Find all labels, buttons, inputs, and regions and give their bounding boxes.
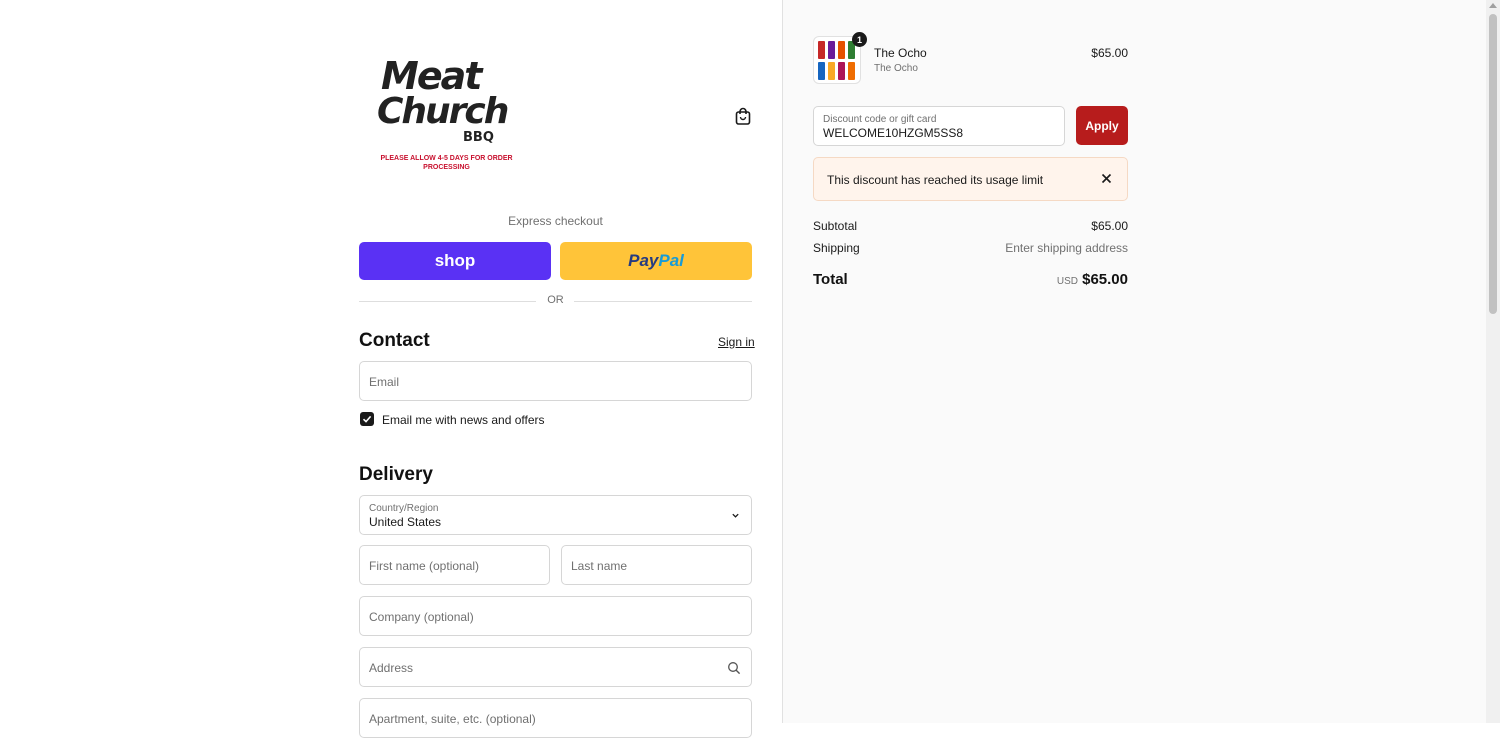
alert-message: This discount has reached its usage limi… (827, 173, 1044, 187)
shop-pay-button[interactable]: shop (359, 242, 551, 280)
total-amount: $65.00 (1082, 271, 1128, 288)
search-icon[interactable] (727, 661, 741, 675)
discount-error-alert: This discount has reached its usage limi… (813, 157, 1128, 201)
newsletter-checkbox[interactable] (360, 412, 374, 426)
page-scrollbar[interactable] (1486, 0, 1500, 723)
paypal-label-pay: Pay (628, 251, 659, 270)
contact-heading: Contact (359, 330, 430, 351)
sign-in-link[interactable]: Sign in (718, 335, 755, 349)
paypal-label-pal: Pal (658, 251, 684, 270)
shipping-label: Shipping (813, 241, 860, 255)
last-name-placeholder: Last name (571, 559, 628, 573)
discount-value: WELCOME10HZGM5SS8 (823, 126, 964, 140)
product-variant: The Ocho (874, 63, 918, 74)
country-value: United States (369, 515, 442, 529)
apply-discount-button[interactable]: Apply (1076, 106, 1128, 145)
total-currency: USD (1056, 276, 1078, 287)
logo-text-meat: Meat (381, 54, 482, 98)
first-name-field[interactable]: First name (optional) (359, 545, 550, 585)
shopping-bag-icon[interactable] (733, 106, 753, 126)
paypal-button[interactable]: Pay Pal (560, 242, 752, 280)
quantity-badge: 1 (852, 32, 867, 47)
subtotal-label: Subtotal (813, 219, 858, 233)
email-field[interactable]: Email (359, 361, 752, 401)
newsletter-label: Email me with news and offers (382, 413, 545, 427)
discount-code-field[interactable]: Discount code or gift card WELCOME10HZGM… (813, 106, 1065, 146)
store-logo[interactable]: Meat Church BBQ PLEASE ALLOW 4-5 DAYS FO… (359, 32, 529, 178)
logo-text-bbq: BBQ (463, 130, 494, 145)
scrollbar-thumb[interactable] (1489, 14, 1497, 314)
total-label: Total (813, 271, 848, 288)
close-icon[interactable] (1101, 173, 1112, 184)
company-placeholder: Company (optional) (369, 610, 474, 624)
subtotal-value: $65.00 (1091, 219, 1128, 233)
product-name: The Ocho (874, 46, 927, 60)
apartment-field[interactable]: Apartment, suite, etc. (optional) (359, 698, 752, 738)
email-placeholder: Email (369, 375, 400, 389)
delivery-heading: Delivery (359, 464, 433, 485)
logo-text-church: Church (377, 91, 509, 132)
shipping-value: Enter shipping address (1005, 241, 1128, 255)
product-price: $65.00 (1091, 46, 1128, 60)
scroll-up-arrow-icon[interactable] (1489, 3, 1497, 8)
divider-line-right (574, 301, 752, 302)
country-select[interactable]: Country/Region United States (359, 495, 752, 535)
checkout-main: Meat Church BBQ PLEASE ALLOW 4-5 DAYS FO… (0, 0, 782, 738)
address-placeholder: Address (369, 661, 414, 675)
checkmark-icon (362, 415, 372, 423)
first-name-placeholder: First name (optional) (369, 559, 480, 573)
shop-pay-label: shop (434, 251, 476, 270)
country-label: Country/Region (369, 503, 439, 514)
apply-label: Apply (1085, 118, 1119, 133)
or-divider: OR (359, 294, 752, 308)
chevron-down-icon (732, 513, 739, 518)
address-field[interactable]: Address (359, 647, 752, 687)
or-label: OR (547, 294, 564, 306)
logo-processing-note: PLEASE ALLOW 4-5 DAYS FOR ORDER PROCESSI… (380, 155, 513, 171)
last-name-field[interactable]: Last name (561, 545, 752, 585)
company-field[interactable]: Company (optional) (359, 596, 752, 636)
discount-label: Discount code or gift card (823, 114, 937, 125)
apartment-placeholder: Apartment, suite, etc. (optional) (369, 712, 536, 726)
express-checkout-label: Express checkout (508, 214, 603, 228)
